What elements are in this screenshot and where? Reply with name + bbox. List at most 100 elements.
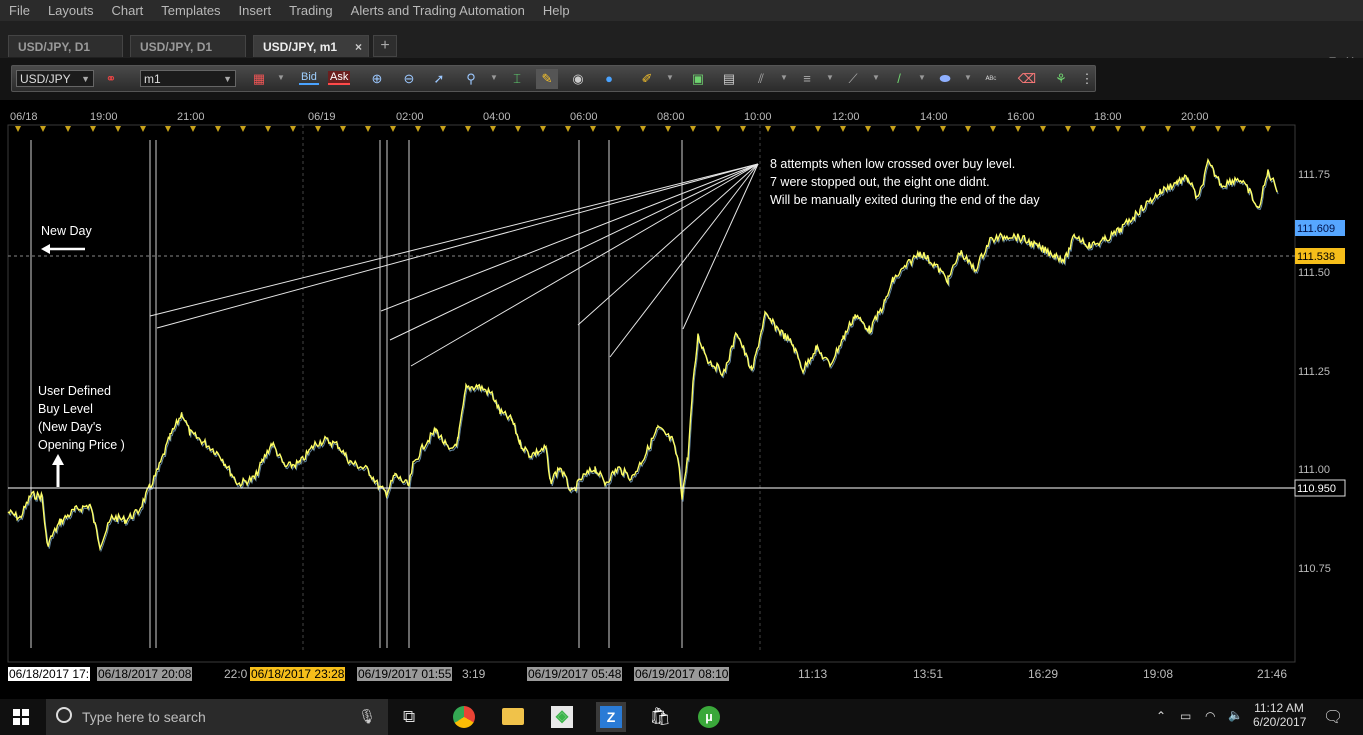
- menu-insert[interactable]: Insert: [230, 0, 281, 21]
- volume-icon[interactable]: 🔈: [1228, 708, 1243, 722]
- window-icon[interactable]: ▤: [718, 69, 740, 89]
- time-label: 3:19: [462, 667, 486, 681]
- tab-usdjpy-d1-1[interactable]: USD/JPY, D1: [8, 35, 123, 57]
- microphone-icon[interactable]: 🎙: [358, 708, 376, 725]
- symbol-select[interactable]: USD/JPY ▼: [16, 70, 94, 87]
- new-day-label: New Day: [41, 224, 92, 238]
- price-tick: 111.50: [1298, 267, 1330, 279]
- text-tool-icon[interactable]: ᴬᴮᶜ: [980, 69, 1002, 89]
- cursor-icon[interactable]: ➚: [428, 69, 450, 89]
- clock[interactable]: 11:12 AM 6/20/2017: [1253, 701, 1306, 729]
- time-tick: 18:00: [1094, 111, 1122, 123]
- time-label: 22:0: [224, 667, 248, 681]
- buy-level-price: 110.950: [1297, 483, 1336, 495]
- wifi-icon[interactable]: ◠: [1205, 709, 1215, 723]
- chevron-down-icon: ▼: [826, 73, 834, 82]
- tab-usdjpy-d1-2[interactable]: USD/JPY, D1: [130, 35, 246, 57]
- price-tick: 111.25: [1298, 366, 1330, 378]
- menu-chart[interactable]: Chart: [103, 0, 153, 21]
- eye-icon[interactable]: ◉: [567, 69, 589, 89]
- close-icon[interactable]: ×: [355, 36, 362, 58]
- attempts-note-line: 7 were stopped out, the eight one didnt.: [770, 175, 990, 189]
- tab-label: USD/JPY, m1: [263, 40, 338, 54]
- taskbar: Type here to search 🎙 ⧉ ◈ Z 🛍 µ ⌃ ▭ ◠ 🔈 …: [0, 699, 1363, 735]
- store-icon[interactable]: 🛍: [649, 706, 671, 728]
- time-label: 06/19/2017 01:55: [357, 667, 453, 681]
- time-tick: 20:00: [1181, 111, 1209, 123]
- menu-layouts[interactable]: Layouts: [39, 0, 103, 21]
- tab-label: USD/JPY, D1: [18, 40, 91, 54]
- pin-icon[interactable]: ⚲: [460, 69, 482, 89]
- picture-icon[interactable]: ▣: [687, 69, 709, 89]
- trendline-icon[interactable]: ⟋: [842, 69, 864, 89]
- attempts-note-line: Will be manually exited during the end o…: [770, 193, 1040, 207]
- menu-file[interactable]: File: [0, 0, 39, 21]
- time-tick: 06:00: [570, 111, 598, 123]
- timeframe-select[interactable]: m1 ▼: [140, 70, 236, 87]
- cortana-icon: [56, 707, 72, 723]
- price-chart[interactable]: 06/18 19:00 21:00 06/19 02:00 04:00 06:0…: [0, 100, 1363, 665]
- chevron-down-icon: ▼: [277, 73, 285, 82]
- lines-icon[interactable]: ≡: [796, 69, 818, 89]
- globe-icon[interactable]: ●: [598, 69, 620, 89]
- bid-price: 111.609: [1297, 223, 1335, 235]
- search-box[interactable]: Type here to search 🎙: [46, 699, 388, 735]
- ask-button[interactable]: Ask: [328, 71, 351, 85]
- indicator-icon[interactable]: ⫽: [750, 69, 772, 89]
- chevron-down-icon: ▼: [872, 73, 880, 82]
- search-input[interactable]: Type here to search: [82, 709, 206, 725]
- file-explorer-icon[interactable]: [502, 708, 524, 725]
- price-tick: 111.00: [1298, 464, 1330, 476]
- cross-icon[interactable]: ⌶: [506, 69, 528, 89]
- task-view-icon[interactable]: ⧉: [403, 707, 415, 727]
- chevron-up-icon[interactable]: ⌃: [1156, 709, 1166, 723]
- time-tick: 21:00: [177, 111, 205, 123]
- zoom-in-icon[interactable]: ⊕: [366, 69, 388, 89]
- utorrent-icon[interactable]: µ: [698, 706, 720, 728]
- notifications-icon[interactable]: 🗨: [1323, 707, 1343, 727]
- ellipse-icon[interactable]: ⬬: [934, 69, 956, 89]
- menu-help[interactable]: Help: [534, 0, 579, 21]
- bid-button[interactable]: Bid: [299, 71, 319, 85]
- chevron-down-icon: ▼: [666, 73, 674, 82]
- link-icon[interactable]: ⚭: [100, 69, 122, 89]
- ruler-icon[interactable]: ✐: [636, 69, 658, 89]
- objects-icon[interactable]: ⚘: [1050, 69, 1072, 89]
- time-label: 06/18/2017 23:28: [250, 667, 346, 681]
- time-label: 06/19/2017 05:48: [527, 667, 623, 681]
- tab-label: USD/JPY, D1: [140, 40, 213, 54]
- chrome-icon[interactable]: [453, 706, 475, 728]
- edit-icon[interactable]: ✎: [536, 69, 558, 89]
- add-tab-button[interactable]: +: [373, 35, 397, 57]
- eraser-icon[interactable]: ⌫: [1016, 69, 1038, 89]
- menu-templates[interactable]: Templates: [152, 0, 229, 21]
- chevron-down-icon: ▼: [490, 73, 498, 82]
- fxcm-app-icon[interactable]: Z: [600, 706, 622, 728]
- menu-bar: File Layouts Chart Templates Insert Trad…: [0, 0, 1363, 21]
- chart-toolbar: USD/JPY ▼ ⚭ m1 ▼ ▦ ▼ Bid Ask ⊕ ⊖ ➚ ⚲ ▼ ⌶ ✎…: [11, 65, 1096, 92]
- trading-app-icon[interactable]: ◈: [551, 706, 573, 728]
- time-label: 06/18/2017 17:: [8, 667, 91, 681]
- pencil-icon[interactable]: /: [888, 69, 910, 89]
- windows-start-icon[interactable]: [13, 709, 29, 725]
- battery-icon[interactable]: ▭: [1180, 709, 1191, 723]
- chevron-down-icon: ▼: [964, 73, 972, 82]
- timeframe-value: m1: [144, 72, 161, 86]
- more-icon[interactable]: ⋮: [1076, 69, 1098, 89]
- chart-type-icon[interactable]: ▦: [248, 69, 270, 89]
- price-tick: 110.75: [1298, 563, 1331, 575]
- tab-usdjpy-m1[interactable]: USD/JPY, m1 ×: [253, 35, 369, 57]
- time-tick: 08:00: [657, 111, 685, 123]
- menu-trading[interactable]: Trading: [280, 0, 342, 21]
- time-label: 16:29: [1028, 667, 1059, 681]
- time-tick: 19:00: [90, 111, 118, 123]
- price-tick: 111.75: [1298, 169, 1330, 181]
- symbol-value: USD/JPY: [20, 72, 71, 86]
- time-tick: 12:00: [832, 111, 860, 123]
- buy-level-note-line: Buy Level: [38, 402, 93, 416]
- time-tick: 04:00: [483, 111, 511, 123]
- buy-level-note-line: Opening Price ): [38, 438, 125, 452]
- zoom-out-icon[interactable]: ⊖: [398, 69, 420, 89]
- time-tick: 06/19: [308, 111, 336, 123]
- menu-alerts[interactable]: Alerts and Trading Automation: [342, 0, 534, 21]
